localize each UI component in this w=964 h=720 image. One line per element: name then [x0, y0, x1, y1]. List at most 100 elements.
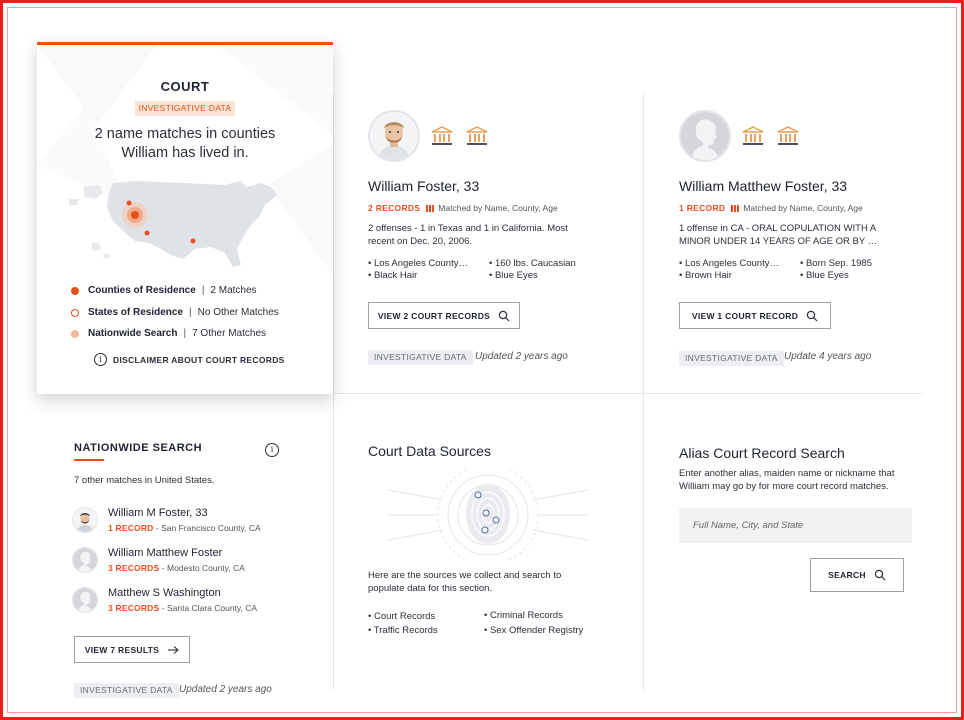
courthouse-icon	[431, 126, 453, 145]
person-photo	[370, 112, 418, 160]
attribute-value: 160 lbs. Caucasian	[494, 258, 576, 269]
desc-line: Enter another alias, maiden name or nick…	[679, 468, 895, 479]
summary-headline: 2 name matches in counties William has l…	[57, 125, 313, 163]
match-strength-icon	[426, 204, 435, 212]
attribute-value: Blue Eyes	[494, 270, 538, 281]
nationwide-subtitle: 7 other matches in United States.	[74, 475, 215, 486]
section-title: COURT	[160, 79, 210, 94]
court-summary-card: COURT INVESTIGATIVE DATA 2 name matches …	[37, 42, 333, 394]
attribute-value: Born Sep. 1985	[805, 258, 872, 269]
fingerprint-icon	[388, 470, 588, 560]
match-strength-icon	[731, 204, 740, 212]
courthouse-icon	[466, 126, 488, 145]
magnifier-icon	[498, 310, 510, 321]
view-court-records-button[interactable]: VIEW 2 COURT RECORDS	[368, 302, 520, 329]
avatar	[72, 587, 98, 613]
desc-line: Here are the sources we collect and sear…	[368, 570, 562, 581]
attribute: • Black Hair	[368, 270, 418, 281]
attribute: • Blue Eyes	[800, 270, 849, 281]
legend-separator: |	[183, 328, 187, 339]
match-name: Matthew S Washington	[108, 587, 221, 599]
attribute: • 160 lbs. Caucasian	[489, 258, 576, 269]
default-avatar-icon	[73, 588, 97, 612]
source-item: • Criminal Records	[484, 610, 563, 621]
person-match-info: 2 RECORDS Matched by Name, County, Age	[368, 203, 558, 213]
updated-timestamp: Updated 2 years ago	[475, 351, 568, 362]
person-name[interactable]: William Foster, 33	[368, 178, 479, 194]
match-name: William M Foster, 33	[108, 507, 208, 519]
avatar	[72, 507, 98, 533]
legend-dot	[71, 308, 79, 317]
source-item: • Traffic Records	[368, 625, 438, 636]
investigative-data-badge: INVESTIGATIVE DATA	[679, 351, 784, 366]
alias-search-title: Alias Court Record Search	[679, 445, 845, 461]
attribute-value: Black Hair	[373, 270, 418, 281]
magnifier-icon	[874, 569, 886, 581]
attribute: • Blue Eyes	[489, 270, 538, 281]
desc-line: recent on Dec. 20, 2006.	[368, 236, 473, 247]
match-criteria: Matched by Name, County, Age	[743, 203, 863, 213]
button-label: VIEW 1 COURT RECORD	[691, 310, 799, 321]
match-location: Santa Clara County, CA	[166, 603, 258, 613]
search-button[interactable]: SEARCH	[810, 558, 904, 592]
legend-value: 7 Other Matches	[192, 328, 266, 339]
divider	[333, 393, 923, 394]
legend-value: No Other Matches	[197, 307, 279, 318]
sources-description: Here are the sources we collect and sear…	[368, 569, 598, 595]
button-label: VIEW 2 COURT RECORDS	[377, 310, 491, 321]
alias-description: Enter another alias, maiden name or nick…	[679, 467, 919, 493]
title-underline	[74, 459, 104, 461]
attribute: • Los Angeles County…	[368, 258, 468, 269]
legend-name: States of Residence	[88, 307, 184, 318]
divider	[643, 94, 644, 690]
record-count: 1 RECORD	[679, 203, 726, 213]
legend-separator: |	[201, 285, 205, 296]
legend-nationwide: Nationwide Search | 7 Other Matches	[71, 328, 266, 339]
legend-states: States of Residence | No Other Matches	[71, 307, 279, 318]
match-location: San Francisco County, CA	[161, 523, 261, 533]
attribute: • Los Angeles County…	[679, 258, 779, 269]
view-results-button[interactable]: VIEW 7 RESULTS	[74, 636, 190, 663]
attribute: • Born Sep. 1985	[800, 258, 872, 269]
button-label: VIEW 7 RESULTS	[84, 644, 160, 655]
desc-line: populate data for this section.	[368, 583, 493, 594]
desc-line: 2 offenses - 1 in Texas and 1 in Califor…	[368, 223, 568, 234]
default-avatar-icon	[681, 112, 729, 160]
person-name[interactable]: William Matthew Foster, 33	[679, 178, 847, 194]
alias-search-input[interactable]	[679, 508, 912, 543]
courthouse-icon	[742, 126, 764, 145]
avatar[interactable]	[679, 110, 731, 162]
source-label: Criminal Records	[489, 610, 563, 621]
attribute-value: Los Angeles County…	[684, 258, 779, 269]
legend-name: Nationwide Search	[88, 328, 178, 339]
avatar	[72, 547, 98, 573]
courthouse-icon	[777, 126, 799, 145]
info-icon[interactable]: i	[265, 443, 279, 457]
desc-line: MINOR UNDER 14 YEARS OF AGE OR BY …	[679, 236, 878, 247]
avatar[interactable]	[368, 110, 420, 162]
updated-timestamp: Update 4 years ago	[784, 351, 872, 362]
match-meta: 3 RECORDS - Santa Clara County, CA	[108, 603, 258, 613]
attribute-value: Los Angeles County…	[373, 258, 468, 269]
disclaimer-link[interactable]: i DISCLAIMER ABOUT COURT RECORDS	[94, 353, 285, 366]
source-item: • Sex Offender Registry	[484, 625, 584, 636]
button-label: SEARCH	[828, 570, 866, 580]
source-item: • Court Records	[368, 611, 436, 622]
headline-line: William has lived in.	[121, 145, 249, 161]
match-meta: 3 RECORDS - Modesto County, CA	[108, 563, 245, 573]
attribute: • Brown Hair	[679, 270, 732, 281]
view-court-record-button[interactable]: VIEW 1 COURT RECORD	[679, 302, 831, 329]
investigative-data-badge: INVESTIGATIVE DATA	[135, 101, 235, 116]
offense-summary: 2 offenses - 1 in Texas and 1 in Califor…	[368, 222, 598, 248]
match-location: Modesto County, CA	[166, 563, 245, 573]
legend-value: 2 Matches	[210, 285, 257, 296]
desc-line: William may go by for more court record …	[679, 481, 889, 492]
info-icon: i	[94, 353, 107, 366]
legend-counties: Counties of Residence | 2 Matches	[71, 285, 257, 296]
attribute-value: Blue Eyes	[805, 270, 849, 281]
record-count: 3 RECORDS	[108, 603, 160, 613]
desc-line: 1 offense in CA - ORAL COPULATION WITH A	[679, 223, 877, 234]
arrow-right-icon	[168, 645, 180, 654]
divider	[333, 94, 334, 690]
legend-separator: |	[189, 307, 192, 318]
